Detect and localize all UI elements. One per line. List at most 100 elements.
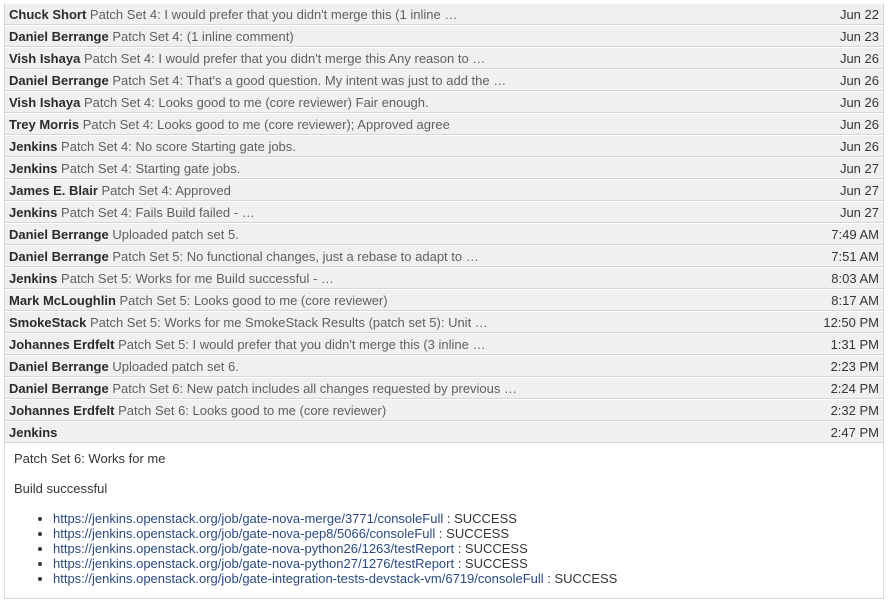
build-result-link[interactable]: https://jenkins.openstack.org/job/gate-n…: [53, 526, 435, 541]
build-result-link[interactable]: https://jenkins.openstack.org/job/gate-n…: [53, 511, 443, 526]
message-date: Jun 26: [839, 51, 879, 66]
message-date: Jun 27: [839, 205, 879, 220]
message-author: SmokeStack: [9, 315, 87, 330]
message-author-and-summary: Vish Ishaya Patch Set 4: I would prefer …: [9, 48, 486, 68]
message-author-and-summary: Johannes Erdfelt Patch Set 5: I would pr…: [9, 334, 486, 354]
build-result-item: https://jenkins.openstack.org/job/gate-n…: [53, 541, 875, 556]
message-row[interactable]: Chuck Short Patch Set 4: I would prefer …: [5, 3, 883, 25]
message-author: Vish Ishaya: [9, 95, 81, 110]
message-summary: Uploaded patch set 5.: [112, 227, 239, 242]
build-result-item: https://jenkins.openstack.org/job/gate-n…: [53, 511, 875, 526]
message-summary: Patch Set 4: I would prefer that you did…: [89, 7, 458, 22]
message-date: 7:51 AM: [831, 249, 879, 264]
message-summary: Patch Set 4: Starting gate jobs.: [61, 161, 241, 176]
message-author-and-summary: Daniel Berrange Uploaded patch set 5.: [9, 224, 239, 244]
message-author: Jenkins: [9, 271, 58, 286]
message-author: Daniel Berrange: [9, 73, 109, 88]
message-author-and-summary: Jenkins Patch Set 4: Starting gate jobs.: [9, 158, 241, 178]
message-summary: Patch Set 6: Looks good to me (core revi…: [118, 403, 387, 418]
message-row[interactable]: Jenkins Patch Set 4: Fails Build failed …: [5, 201, 883, 223]
message-list: Chuck Short Patch Set 4: I would prefer …: [5, 3, 883, 421]
message-summary: Patch Set 4: Approved: [101, 183, 231, 198]
message-date: 2:23 PM: [830, 359, 879, 374]
build-result-status: : SUCCESS: [443, 511, 517, 526]
message-date: Jun 26: [839, 139, 879, 154]
message-author-and-summary: SmokeStack Patch Set 5: Works for me Smo…: [9, 312, 488, 332]
message-author: Johannes Erdfelt: [9, 403, 115, 418]
message-row[interactable]: Daniel Berrange Patch Set 4: That's a go…: [5, 69, 883, 91]
message-row[interactable]: Vish Ishaya Patch Set 4: Looks good to m…: [5, 91, 883, 113]
build-result-item: https://jenkins.openstack.org/job/gate-i…: [53, 571, 875, 586]
message-row[interactable]: Jenkins Patch Set 5: Works for me Build …: [5, 267, 883, 289]
message-row[interactable]: Vish Ishaya Patch Set 4: I would prefer …: [5, 47, 883, 69]
build-results-list: https://jenkins.openstack.org/job/gate-n…: [13, 511, 875, 586]
message-author-and-summary: Chuck Short Patch Set 4: I would prefer …: [9, 4, 458, 24]
message-row[interactable]: Trey Morris Patch Set 4: Looks good to m…: [5, 113, 883, 135]
review-history: Chuck Short Patch Set 4: I would prefer …: [4, 3, 884, 599]
message-line: Patch Set 6: Works for me: [14, 451, 166, 466]
message-author: Trey Morris: [9, 117, 80, 132]
message-line: Build successful: [14, 481, 108, 496]
message-author: Jenkins: [9, 205, 58, 220]
message-author: Daniel Berrange: [9, 359, 109, 374]
message-author: Chuck Short: [9, 7, 87, 22]
message-author: Daniel Berrange: [9, 249, 109, 264]
message-row[interactable]: SmokeStack Patch Set 5: Works for me Smo…: [5, 311, 883, 333]
build-result-status: : SUCCESS: [435, 526, 509, 541]
message-row[interactable]: Johannes Erdfelt Patch Set 5: I would pr…: [5, 333, 883, 355]
message-author-and-summary: Johannes Erdfelt Patch Set 6: Looks good…: [9, 400, 387, 420]
message-summary: Patch Set 5: Works for me SmokeStack Res…: [89, 315, 488, 330]
message-date: Jun 26: [839, 95, 879, 110]
message-author: Johannes Erdfelt: [9, 337, 115, 352]
message-summary: Patch Set 4: I would prefer that you did…: [83, 51, 486, 66]
message-summary: Patch Set 4: Looks good to me (core revi…: [82, 117, 450, 132]
message-date: Jun 27: [839, 161, 879, 176]
message-author: Vish Ishaya: [9, 51, 81, 66]
message-date: 7:49 AM: [831, 227, 879, 242]
message-author-and-summary: Daniel Berrange Patch Set 5: No function…: [9, 246, 479, 266]
build-result-link[interactable]: https://jenkins.openstack.org/job/gate-n…: [53, 541, 454, 556]
message-date: 2:24 PM: [830, 381, 879, 396]
message-date: 1:31 PM: [830, 337, 879, 352]
message-body: Patch Set 6: Works for me Build successf…: [5, 443, 883, 599]
message-row[interactable]: Daniel Berrange Patch Set 4: (1 inline c…: [5, 25, 883, 47]
message-row[interactable]: Daniel Berrange Patch Set 6: New patch i…: [5, 377, 883, 399]
message-row[interactable]: Jenkins Patch Set 4: No score Starting g…: [5, 135, 883, 157]
message-author-and-summary: Vish Ishaya Patch Set 4: Looks good to m…: [9, 92, 429, 112]
message-author: Daniel Berrange: [9, 381, 109, 396]
message-date: 8:17 AM: [831, 293, 879, 308]
message-author-and-summary: Jenkins Patch Set 4: No score Starting g…: [9, 136, 296, 156]
message-date: 8:03 AM: [831, 271, 879, 286]
message-author: Jenkins: [9, 139, 58, 154]
message-header-expanded[interactable]: Jenkins 2:47 PM: [5, 421, 883, 443]
message-author: Daniel Berrange: [9, 29, 109, 44]
message-author: Daniel Berrange: [9, 227, 109, 242]
message-row[interactable]: Daniel Berrange Uploaded patch set 5. 7:4…: [5, 223, 883, 245]
message-row[interactable]: Mark McLoughlin Patch Set 5: Looks good …: [5, 289, 883, 311]
message-summary: Patch Set 4: Fails Build failed - …: [61, 205, 255, 220]
message-date: 12:50 PM: [823, 315, 879, 330]
build-result-status: : SUCCESS: [543, 571, 618, 586]
message-author-and-summary: Jenkins Patch Set 5: Works for me Build …: [9, 268, 334, 288]
message-summary: Patch Set 4: (1 inline comment): [112, 29, 294, 44]
message-summary: Patch Set 6: New patch includes all chan…: [112, 381, 518, 396]
message-summary: Patch Set 5: Works for me Build successf…: [61, 271, 334, 286]
message-author-and-summary: James E. Blair Patch Set 4: Approved: [9, 180, 231, 200]
message-row[interactable]: Jenkins Patch Set 4: Starting gate jobs.…: [5, 157, 883, 179]
message-author-and-summary: Daniel Berrange Patch Set 4: (1 inline c…: [9, 26, 294, 46]
message-row[interactable]: Daniel Berrange Uploaded patch set 6. 2:2…: [5, 355, 883, 377]
message-row[interactable]: James E. Blair Patch Set 4: Approved Jun …: [5, 179, 883, 201]
build-result-link[interactable]: https://jenkins.openstack.org/job/gate-i…: [53, 571, 544, 586]
message-date: Jun 22: [839, 7, 879, 22]
build-result-link[interactable]: https://jenkins.openstack.org/job/gate-n…: [53, 556, 454, 571]
message-date: Jun 23: [839, 29, 879, 44]
message-summary: Patch Set 5: Looks good to me (core revi…: [119, 293, 388, 308]
message-summary: Patch Set 5: No functional changes, just…: [112, 249, 479, 264]
message-author: Jenkins: [9, 425, 58, 440]
message-author: Jenkins: [9, 161, 58, 176]
message-author-and-summary: Mark McLoughlin Patch Set 5: Looks good …: [9, 290, 388, 310]
message-row[interactable]: Johannes Erdfelt Patch Set 6: Looks good…: [5, 399, 883, 421]
message-row[interactable]: Daniel Berrange Patch Set 5: No function…: [5, 245, 883, 267]
message-summary: Patch Set 4: No score Starting gate jobs…: [61, 139, 296, 154]
message-summary: Uploaded patch set 6.: [112, 359, 239, 374]
